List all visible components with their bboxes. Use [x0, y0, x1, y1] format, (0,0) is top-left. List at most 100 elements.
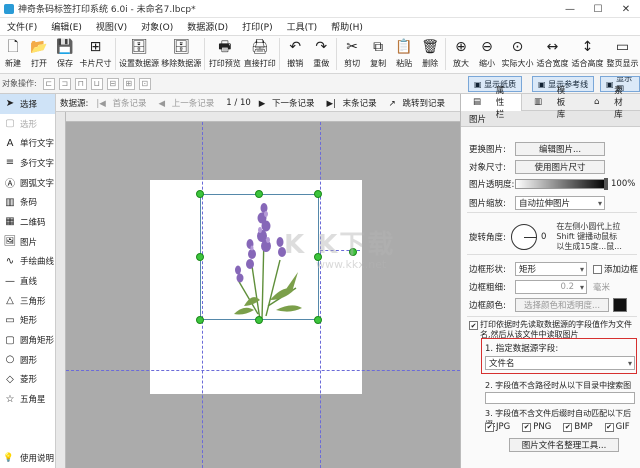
tab-properties[interactable]: ▤ 属性栏	[461, 86, 523, 120]
next-record-button[interactable]: ▶ 下一条记录	[259, 97, 319, 109]
ext-checkbox-png[interactable]: ✔ PNG	[522, 422, 551, 432]
distribute-icon[interactable]: ⊡	[138, 77, 151, 90]
help-button[interactable]: 💡 使用说明	[0, 448, 56, 468]
first-record-button[interactable]: |◀ 首条记录	[96, 97, 150, 109]
ext-check[interactable]: ✔	[563, 422, 573, 432]
card-size-button[interactable]: ⊞ 卡片尺寸	[78, 38, 113, 69]
ext-checkbox-gif[interactable]: ✔ GIF	[604, 422, 630, 432]
resize-handle-top-right[interactable]	[314, 190, 322, 198]
print-preview-button[interactable]: 🖶 打印预览	[207, 38, 242, 69]
resize-handle-top-left[interactable]	[196, 190, 204, 198]
design-canvas[interactable]: K K下载 www.kkx.net	[56, 112, 460, 468]
new-file-button[interactable]: 🗋 新建	[0, 38, 26, 69]
zoom-in-button[interactable]: ⊕ 放大	[448, 38, 474, 69]
menu-datasource[interactable]: 数据源(D)	[180, 20, 235, 33]
fit-height-button[interactable]: ↕ 适合高度	[570, 38, 605, 69]
tool-circle[interactable]: ○ 圆形	[0, 350, 55, 370]
align-bottom-icon[interactable]: ⊞	[122, 77, 135, 90]
open-folder-button[interactable]: 📂 打开	[26, 38, 52, 69]
tool-multi-line-text[interactable]: ≡ 多行文字	[0, 153, 55, 173]
print-from-datasource-checkbox[interactable]: ✔	[469, 321, 478, 330]
tool-triangle[interactable]: △ 三角形	[0, 291, 55, 311]
resize-handle-bottom-right[interactable]	[314, 316, 322, 324]
tool-star[interactable]: ☆ 五角星	[0, 389, 55, 409]
ext-check[interactable]: ✔	[485, 422, 494, 432]
print-preview-icon: 🖶	[218, 39, 232, 55]
border-shape-select[interactable]: 矩形	[515, 262, 587, 276]
add-border-checkbox[interactable]: 添加边框	[593, 263, 638, 275]
resize-handle-left[interactable]	[196, 253, 204, 261]
ext-checkbox-bmp[interactable]: ✔ BMP	[563, 422, 593, 432]
scale-select[interactable]: 自动拉伸图片	[515, 196, 605, 210]
align-middle-icon[interactable]: ⊟	[106, 77, 119, 90]
copy-button[interactable]: ⧉ 复制	[365, 38, 391, 69]
opacity-slider-thumb[interactable]	[604, 178, 608, 190]
add-border-check[interactable]	[593, 264, 602, 274]
choose-border-color-button[interactable]: 选择颜色和透明度...	[515, 298, 609, 312]
close-button[interactable]: ✕	[612, 0, 640, 18]
tool-rectangle[interactable]: ▭ 矩形	[0, 311, 55, 331]
align-center-icon[interactable]: ⊐	[58, 77, 71, 90]
last-record-button[interactable]: ▶| 末条记录	[327, 97, 381, 109]
tool-line[interactable]: — 直线	[0, 271, 55, 291]
tab-materials[interactable]: ⌂ 素材库	[582, 86, 640, 120]
tool-single-line-text[interactable]: A 单行文字	[0, 133, 55, 153]
menu-help[interactable]: 帮助(H)	[324, 20, 370, 33]
opacity-slider[interactable]	[515, 178, 608, 190]
menu-edit[interactable]: 编辑(E)	[44, 20, 89, 33]
tool-shape-select[interactable]: ▢ 选形	[0, 114, 55, 134]
filename-tidy-tool-button[interactable]: 图片文件名整理工具...	[509, 438, 619, 452]
resize-handle-top[interactable]	[255, 190, 263, 198]
align-top-icon[interactable]: ⊔	[90, 77, 103, 90]
datasource-field-select[interactable]: 文件名	[485, 356, 635, 370]
tool-rounded-rectangle[interactable]: ▢ 圆角矩形	[0, 330, 55, 350]
fit-width-button[interactable]: ↔ 适合宽度	[535, 38, 570, 69]
menu-print[interactable]: 打印(P)	[235, 20, 279, 33]
guide-line-horizontal[interactable]	[66, 370, 460, 371]
jump-record-button[interactable]: ↗ 跳转到记录	[389, 97, 449, 109]
menu-file[interactable]: 文件(F)	[0, 20, 44, 33]
prev-record-button[interactable]: ◀ 上一条记录	[159, 97, 219, 109]
rotate-dial[interactable]	[511, 224, 537, 250]
zoom-out-button[interactable]: ⊖ 缩小	[474, 38, 500, 69]
tool-freehand-curve[interactable]: ∿ 手绘曲线	[0, 252, 55, 272]
tool-diamond[interactable]: ◇ 菱形	[0, 370, 55, 390]
tool-barcode[interactable]: ▥ 条码	[0, 192, 55, 212]
ext-check[interactable]: ✔	[604, 422, 614, 432]
delete-button[interactable]: 🗑 删除	[417, 38, 443, 69]
save-button[interactable]: 💾 保存	[52, 38, 78, 69]
cut-button[interactable]: ✂ 剪切	[339, 38, 365, 69]
use-image-size-button[interactable]: 使用图片尺寸	[515, 160, 605, 174]
guide-line-vertical[interactable]	[320, 122, 321, 468]
resize-handle-bottom-left[interactable]	[196, 316, 204, 324]
tool-image[interactable]: 🖼 图片	[0, 232, 55, 252]
tool-arc-text[interactable]: Ⓐ 圆弧文字	[0, 173, 55, 193]
border-width-input[interactable]: 0.2	[515, 280, 587, 294]
tool-qrcode[interactable]: ▦ 二维码	[0, 212, 55, 232]
search-directory-input[interactable]	[485, 392, 635, 404]
menu-tools[interactable]: 工具(T)	[280, 20, 325, 33]
ext-check[interactable]: ✔	[522, 422, 532, 432]
remove-datasource-button[interactable]: 🗄 移除数据源	[160, 38, 202, 69]
undo-button[interactable]: ↶ 撤销	[282, 38, 308, 69]
align-left-icon[interactable]: ⊏	[42, 77, 55, 90]
print-button[interactable]: 🖨 直接打印	[242, 38, 277, 69]
menu-object[interactable]: 对象(O)	[134, 20, 180, 33]
full-page-button[interactable]: ▭ 整页显示	[605, 38, 640, 69]
redo-button[interactable]: ↷ 重做	[308, 38, 334, 69]
edit-image-button[interactable]: 编辑图片...	[515, 142, 605, 156]
ext-checkbox-jpg[interactable]: ✔ JPG	[485, 422, 510, 432]
actual-size-button[interactable]: ⊙ 实际大小	[500, 38, 535, 69]
menu-view[interactable]: 视图(V)	[89, 20, 134, 33]
resize-handle-bottom[interactable]	[255, 316, 263, 324]
opacity-value: 100%	[611, 179, 636, 189]
paste-button[interactable]: 📋 粘贴	[391, 38, 417, 69]
border-color-swatch[interactable]	[613, 298, 627, 312]
minimize-button[interactable]: —	[556, 0, 584, 18]
align-right-icon[interactable]: ⊓	[74, 77, 87, 90]
tool-select-arrow[interactable]: ➤ 选择	[0, 94, 55, 114]
panel-header: 图片	[461, 111, 640, 127]
tab-templates[interactable]: ▥ 模板库	[522, 86, 582, 120]
set-datasource-button[interactable]: 🗄 设置数据源	[118, 38, 160, 69]
maximize-button[interactable]: ☐	[584, 0, 612, 18]
